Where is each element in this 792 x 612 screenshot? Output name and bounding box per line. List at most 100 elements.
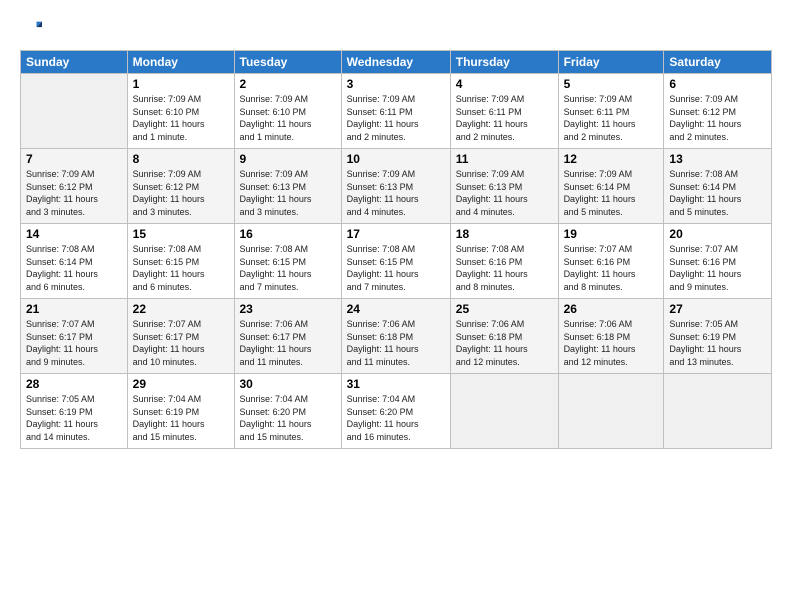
week-row-5: 28 Sunrise: 7:05 AM Sunset: 6:19 PM Dayli… <box>21 374 772 449</box>
day-number: 16 <box>240 227 336 241</box>
day-cell: 9 Sunrise: 7:09 AM Sunset: 6:13 PM Daylig… <box>234 149 341 224</box>
day-info: Sunrise: 7:08 AM Sunset: 6:16 PM Dayligh… <box>456 243 553 293</box>
header-cell-friday: Friday <box>558 51 664 74</box>
day-cell: 27Sunrise: 7:05 AM Sunset: 6:19 PM Dayli… <box>664 299 772 374</box>
day-cell: 24 Sunrise: 7:06 AM Sunset: 6:18 PM Dayli… <box>341 299 450 374</box>
day-number: 9 <box>240 152 336 166</box>
day-info: Sunrise: 7:09 AM Sunset: 6:12 PM Dayligh… <box>669 93 766 143</box>
day-info: Sunrise: 7:04 AM Sunset: 6:19 PM Dayligh… <box>133 393 229 443</box>
day-cell <box>21 74 128 149</box>
day-number: 30 <box>240 377 336 391</box>
day-info: Sunrise: 7:07 AM Sunset: 6:16 PM Dayligh… <box>564 243 659 293</box>
day-cell: 17 Sunrise: 7:08 AM Sunset: 6:15 PM Dayli… <box>341 224 450 299</box>
day-number: 13 <box>669 152 766 166</box>
day-info: Sunrise: 7:08 AM Sunset: 6:14 PM Dayligh… <box>669 168 766 218</box>
day-number: 24 <box>347 302 445 316</box>
week-row-1: 1 Sunrise: 7:09 AM Sunset: 6:10 PM Daylig… <box>21 74 772 149</box>
day-info: Sunrise: 7:09 AM Sunset: 6:13 PM Dayligh… <box>240 168 336 218</box>
week-row-2: 7 Sunrise: 7:09 AM Sunset: 6:12 PM Daylig… <box>21 149 772 224</box>
day-number: 4 <box>456 77 553 91</box>
day-cell: 28 Sunrise: 7:05 AM Sunset: 6:19 PM Dayli… <box>21 374 128 449</box>
day-cell: 11 Sunrise: 7:09 AM Sunset: 6:13 PM Dayli… <box>450 149 558 224</box>
day-number: 22 <box>133 302 229 316</box>
day-number: 17 <box>347 227 445 241</box>
day-cell: 19 Sunrise: 7:07 AM Sunset: 6:16 PM Dayli… <box>558 224 664 299</box>
day-cell: 23 Sunrise: 7:06 AM Sunset: 6:17 PM Dayli… <box>234 299 341 374</box>
day-number: 31 <box>347 377 445 391</box>
day-number: 1 <box>133 77 229 91</box>
day-info: Sunrise: 7:06 AM Sunset: 6:18 PM Dayligh… <box>347 318 445 368</box>
day-info: Sunrise: 7:09 AM Sunset: 6:12 PM Dayligh… <box>133 168 229 218</box>
calendar-page: SundayMondayTuesdayWednesdayThursdayFrid… <box>0 0 792 612</box>
day-info: Sunrise: 7:07 AM Sunset: 6:17 PM Dayligh… <box>133 318 229 368</box>
day-cell: 2 Sunrise: 7:09 AM Sunset: 6:10 PM Daylig… <box>234 74 341 149</box>
header-row: SundayMondayTuesdayWednesdayThursdayFrid… <box>21 51 772 74</box>
day-cell: 12Sunrise: 7:09 AM Sunset: 6:14 PM Dayli… <box>558 149 664 224</box>
day-number: 8 <box>133 152 229 166</box>
day-number: 27 <box>669 302 766 316</box>
day-info: Sunrise: 7:09 AM Sunset: 6:11 PM Dayligh… <box>456 93 553 143</box>
calendar-body: 1 Sunrise: 7:09 AM Sunset: 6:10 PM Daylig… <box>21 74 772 449</box>
logo-icon <box>20 18 42 40</box>
day-info: Sunrise: 7:09 AM Sunset: 6:13 PM Dayligh… <box>456 168 553 218</box>
day-info: Sunrise: 7:07 AM Sunset: 6:17 PM Dayligh… <box>26 318 122 368</box>
day-info: Sunrise: 7:05 AM Sunset: 6:19 PM Dayligh… <box>26 393 122 443</box>
day-number: 11 <box>456 152 553 166</box>
day-info: Sunrise: 7:04 AM Sunset: 6:20 PM Dayligh… <box>347 393 445 443</box>
day-number: 2 <box>240 77 336 91</box>
week-row-4: 21 Sunrise: 7:07 AM Sunset: 6:17 PM Dayli… <box>21 299 772 374</box>
header-cell-tuesday: Tuesday <box>234 51 341 74</box>
day-cell: 21 Sunrise: 7:07 AM Sunset: 6:17 PM Dayli… <box>21 299 128 374</box>
header-cell-monday: Monday <box>127 51 234 74</box>
day-cell: 25 Sunrise: 7:06 AM Sunset: 6:18 PM Dayli… <box>450 299 558 374</box>
day-cell: 22 Sunrise: 7:07 AM Sunset: 6:17 PM Dayli… <box>127 299 234 374</box>
day-info: Sunrise: 7:09 AM Sunset: 6:14 PM Dayligh… <box>564 168 659 218</box>
day-cell: 30Sunrise: 7:04 AM Sunset: 6:20 PM Dayli… <box>234 374 341 449</box>
day-cell: 18 Sunrise: 7:08 AM Sunset: 6:16 PM Dayli… <box>450 224 558 299</box>
calendar-header: SundayMondayTuesdayWednesdayThursdayFrid… <box>21 51 772 74</box>
day-cell: 16 Sunrise: 7:08 AM Sunset: 6:15 PM Dayli… <box>234 224 341 299</box>
day-cell <box>558 374 664 449</box>
header <box>20 18 772 40</box>
day-number: 26 <box>564 302 659 316</box>
day-number: 15 <box>133 227 229 241</box>
day-info: Sunrise: 7:09 AM Sunset: 6:11 PM Dayligh… <box>347 93 445 143</box>
day-number: 28 <box>26 377 122 391</box>
header-cell-wednesday: Wednesday <box>341 51 450 74</box>
day-cell: 7 Sunrise: 7:09 AM Sunset: 6:12 PM Daylig… <box>21 149 128 224</box>
day-info: Sunrise: 7:09 AM Sunset: 6:11 PM Dayligh… <box>564 93 659 143</box>
day-info: Sunrise: 7:06 AM Sunset: 6:18 PM Dayligh… <box>456 318 553 368</box>
header-cell-saturday: Saturday <box>664 51 772 74</box>
day-number: 7 <box>26 152 122 166</box>
day-number: 5 <box>564 77 659 91</box>
day-info: Sunrise: 7:09 AM Sunset: 6:12 PM Dayligh… <box>26 168 122 218</box>
day-info: Sunrise: 7:08 AM Sunset: 6:15 PM Dayligh… <box>240 243 336 293</box>
day-number: 19 <box>564 227 659 241</box>
day-info: Sunrise: 7:08 AM Sunset: 6:15 PM Dayligh… <box>347 243 445 293</box>
day-cell <box>450 374 558 449</box>
day-number: 10 <box>347 152 445 166</box>
day-number: 23 <box>240 302 336 316</box>
day-cell: 31 Sunrise: 7:04 AM Sunset: 6:20 PM Dayli… <box>341 374 450 449</box>
calendar-table: SundayMondayTuesdayWednesdayThursdayFrid… <box>20 50 772 449</box>
day-number: 21 <box>26 302 122 316</box>
day-cell: 14Sunrise: 7:08 AM Sunset: 6:14 PM Dayli… <box>21 224 128 299</box>
day-cell: 6Sunrise: 7:09 AM Sunset: 6:12 PM Daylig… <box>664 74 772 149</box>
day-number: 25 <box>456 302 553 316</box>
day-info: Sunrise: 7:06 AM Sunset: 6:17 PM Dayligh… <box>240 318 336 368</box>
day-cell: 26Sunrise: 7:06 AM Sunset: 6:18 PM Dayli… <box>558 299 664 374</box>
day-info: Sunrise: 7:09 AM Sunset: 6:10 PM Dayligh… <box>240 93 336 143</box>
day-info: Sunrise: 7:09 AM Sunset: 6:13 PM Dayligh… <box>347 168 445 218</box>
day-cell: 20Sunrise: 7:07 AM Sunset: 6:16 PM Dayli… <box>664 224 772 299</box>
header-cell-sunday: Sunday <box>21 51 128 74</box>
day-number: 3 <box>347 77 445 91</box>
day-number: 20 <box>669 227 766 241</box>
day-number: 14 <box>26 227 122 241</box>
day-info: Sunrise: 7:08 AM Sunset: 6:15 PM Dayligh… <box>133 243 229 293</box>
logo <box>20 18 44 40</box>
day-cell: 10 Sunrise: 7:09 AM Sunset: 6:13 PM Dayli… <box>341 149 450 224</box>
day-number: 18 <box>456 227 553 241</box>
day-cell: 29Sunrise: 7:04 AM Sunset: 6:19 PM Dayli… <box>127 374 234 449</box>
day-cell: 3 Sunrise: 7:09 AM Sunset: 6:11 PM Daylig… <box>341 74 450 149</box>
day-cell: 13 Sunrise: 7:08 AM Sunset: 6:14 PM Dayli… <box>664 149 772 224</box>
